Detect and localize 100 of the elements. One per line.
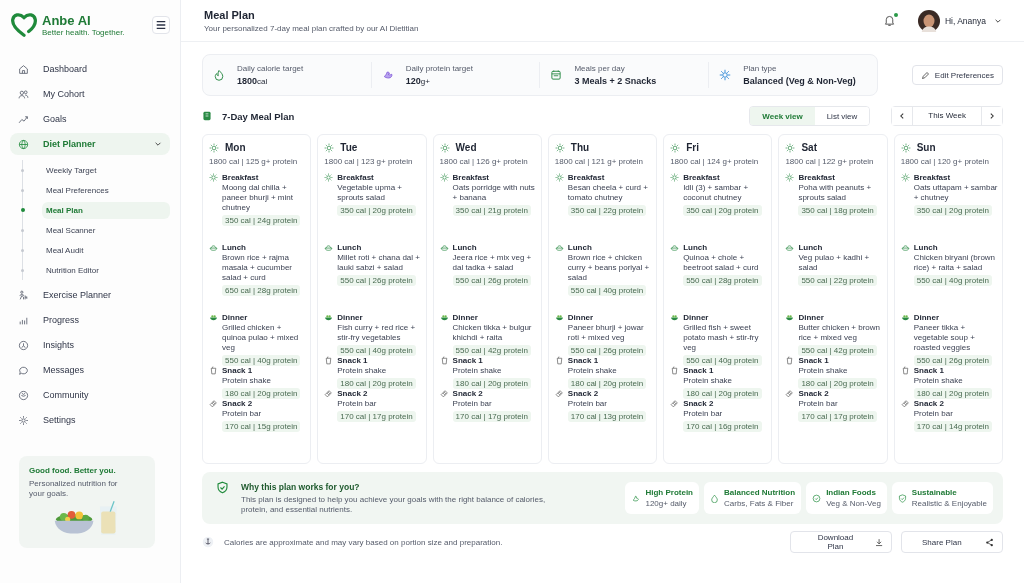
day-name: Fri xyxy=(686,142,699,153)
nav-item[interactable]: Community xyxy=(10,384,170,406)
meal-description: Protein bar xyxy=(683,409,723,419)
nav-item[interactable]: Exercise Planner xyxy=(10,284,170,306)
nutrition-tag: 550 cal | 40g protein xyxy=(913,275,993,286)
brand-name: Anbe AI xyxy=(42,13,92,28)
promo-text: Personalized nutrition for your goals. xyxy=(29,479,119,500)
meal-name: Lunch xyxy=(683,243,708,253)
day-totals: 1800 cal | 124 g+ protein xyxy=(670,157,760,166)
meal-description: Protein shake xyxy=(337,366,387,376)
download-button[interactable]: Download Plan xyxy=(790,531,892,553)
nav-icon xyxy=(18,289,29,301)
bowl-icon xyxy=(554,243,564,252)
meal-description: Paneer tikka + vegetable soup + roasted veggies xyxy=(913,323,976,353)
calendar-icon xyxy=(550,69,563,81)
bowl-icon xyxy=(324,243,334,252)
bowl-icon xyxy=(670,243,680,252)
subnav-item[interactable]: Nutrition Editor xyxy=(42,261,170,279)
summary-label: Meals per day xyxy=(574,64,626,73)
cup-icon xyxy=(554,356,564,365)
tree-dot xyxy=(21,188,24,192)
nav-item[interactable]: Dashboard xyxy=(10,58,170,80)
user-greeting[interactable]: Hi, Ananya xyxy=(944,15,986,26)
nutrition-tag: 180 cal | 20g protein xyxy=(683,388,762,399)
view-tab[interactable]: Week view xyxy=(750,107,815,125)
day-name: Thu xyxy=(570,142,590,153)
nutrition-tag: 550 cal | 28g protein xyxy=(683,275,762,286)
cup-icon xyxy=(785,356,795,365)
nav-icon xyxy=(18,88,29,100)
subnav-item[interactable]: Meal Preferences xyxy=(42,181,170,199)
nav-item[interactable]: My Cohort xyxy=(10,83,170,105)
nutrition-tag: 550 cal | 42g protein xyxy=(452,345,531,356)
subnav-item[interactable]: Meal Audit xyxy=(42,241,170,259)
meal-description: Protein bar xyxy=(337,399,377,409)
meal-description: Poha with peanuts + sprouts salad xyxy=(798,183,873,203)
nutrition-tag: 550 cal | 26g protein xyxy=(913,355,993,366)
badge-subtitle: Carbs, Fats & Fiber xyxy=(724,499,795,508)
salad-bowl-icon xyxy=(209,313,218,322)
meal-name: Snack 1 xyxy=(567,356,599,366)
nutrition-tag: 170 cal | 17g protein xyxy=(798,411,877,422)
menu-button[interactable] xyxy=(152,16,170,34)
drop-icon xyxy=(710,493,719,503)
day-totals: 1800 cal | 122 g+ protein xyxy=(785,157,875,166)
day-name: Mon xyxy=(225,142,246,153)
meal-description: Protein shake xyxy=(798,366,848,376)
meal-name: Snack 2 xyxy=(452,389,483,399)
nav-icon xyxy=(18,63,29,75)
sun-icon xyxy=(900,142,911,153)
sun-icon xyxy=(209,173,218,182)
sun-icon xyxy=(324,173,334,182)
nutrition-tag: 550 cal | 42g protein xyxy=(798,345,877,356)
nav-icon xyxy=(18,113,29,125)
sun-icon xyxy=(439,142,450,153)
nutrition-tag: 350 cal | 20g protein xyxy=(913,205,993,216)
nav-item[interactable]: Insights xyxy=(10,334,170,356)
meal-name: Dinner xyxy=(567,313,594,323)
meal-name: Breakfast xyxy=(683,173,720,183)
share-button[interactable]: Share Plan xyxy=(901,531,1003,553)
meal-description: Protein bar xyxy=(913,409,953,419)
subnav-item[interactable]: Weekly Target xyxy=(42,161,170,179)
nav-item[interactable]: Progress xyxy=(10,309,170,331)
day-totals: 1800 cal | 120 g+ protein xyxy=(900,157,990,166)
book-icon xyxy=(202,111,212,121)
avatar[interactable] xyxy=(917,9,940,32)
meal-name: Snack 1 xyxy=(337,356,368,366)
meal-name: Snack 1 xyxy=(222,366,253,376)
meal-name: Snack 1 xyxy=(452,356,483,366)
promo-title: Good food. Better you. xyxy=(29,466,117,475)
nutrition-tag: 550 cal | 40g protein xyxy=(683,355,762,366)
nutrition-tag: 170 cal | 15g protein xyxy=(222,421,301,432)
summary-value: 120g+ xyxy=(405,76,431,86)
nav-item[interactable]: Diet Planner xyxy=(10,133,170,155)
bar-icon xyxy=(554,389,564,398)
notification-bell-icon[interactable] xyxy=(882,14,896,27)
bowl-icon xyxy=(900,243,910,252)
edit-preferences-button[interactable]: Edit Preferences xyxy=(911,65,1003,85)
nav-item[interactable]: Messages xyxy=(10,359,170,381)
sun-icon xyxy=(900,173,910,182)
bar-icon xyxy=(324,389,334,398)
subnav-item[interactable]: Meal Plan xyxy=(42,201,170,219)
subnav-item[interactable]: Meal Scanner xyxy=(42,221,170,239)
shield-check-icon xyxy=(897,493,907,503)
nav-item[interactable]: Settings xyxy=(10,409,170,431)
meal-description: Chicken tikka + bulgur khichdi + raita xyxy=(452,323,533,343)
meal-name: Snack 1 xyxy=(913,366,944,376)
bar-icon xyxy=(785,389,795,398)
meal-description: Chicken biryani (brown rice) + raita + salad xyxy=(913,253,997,273)
network-icon xyxy=(719,69,732,81)
meal-description: Protein bar xyxy=(452,399,492,409)
share-icon xyxy=(985,537,994,547)
heart-logo-icon xyxy=(10,11,38,39)
tree-dot xyxy=(21,168,24,172)
summary-value: 3 Meals + 2 Snacks xyxy=(574,76,657,86)
meal-name: Dinner xyxy=(913,313,940,323)
meal-description: Brown rice + rajma masala + cucumber salad + curd xyxy=(222,253,294,283)
sun-icon xyxy=(324,142,335,153)
salad-bowl-icon xyxy=(554,313,564,322)
nav-item[interactable]: Goals xyxy=(10,108,170,130)
meal-description: Protein shake xyxy=(567,366,617,376)
meal-name: Dinner xyxy=(683,313,709,323)
